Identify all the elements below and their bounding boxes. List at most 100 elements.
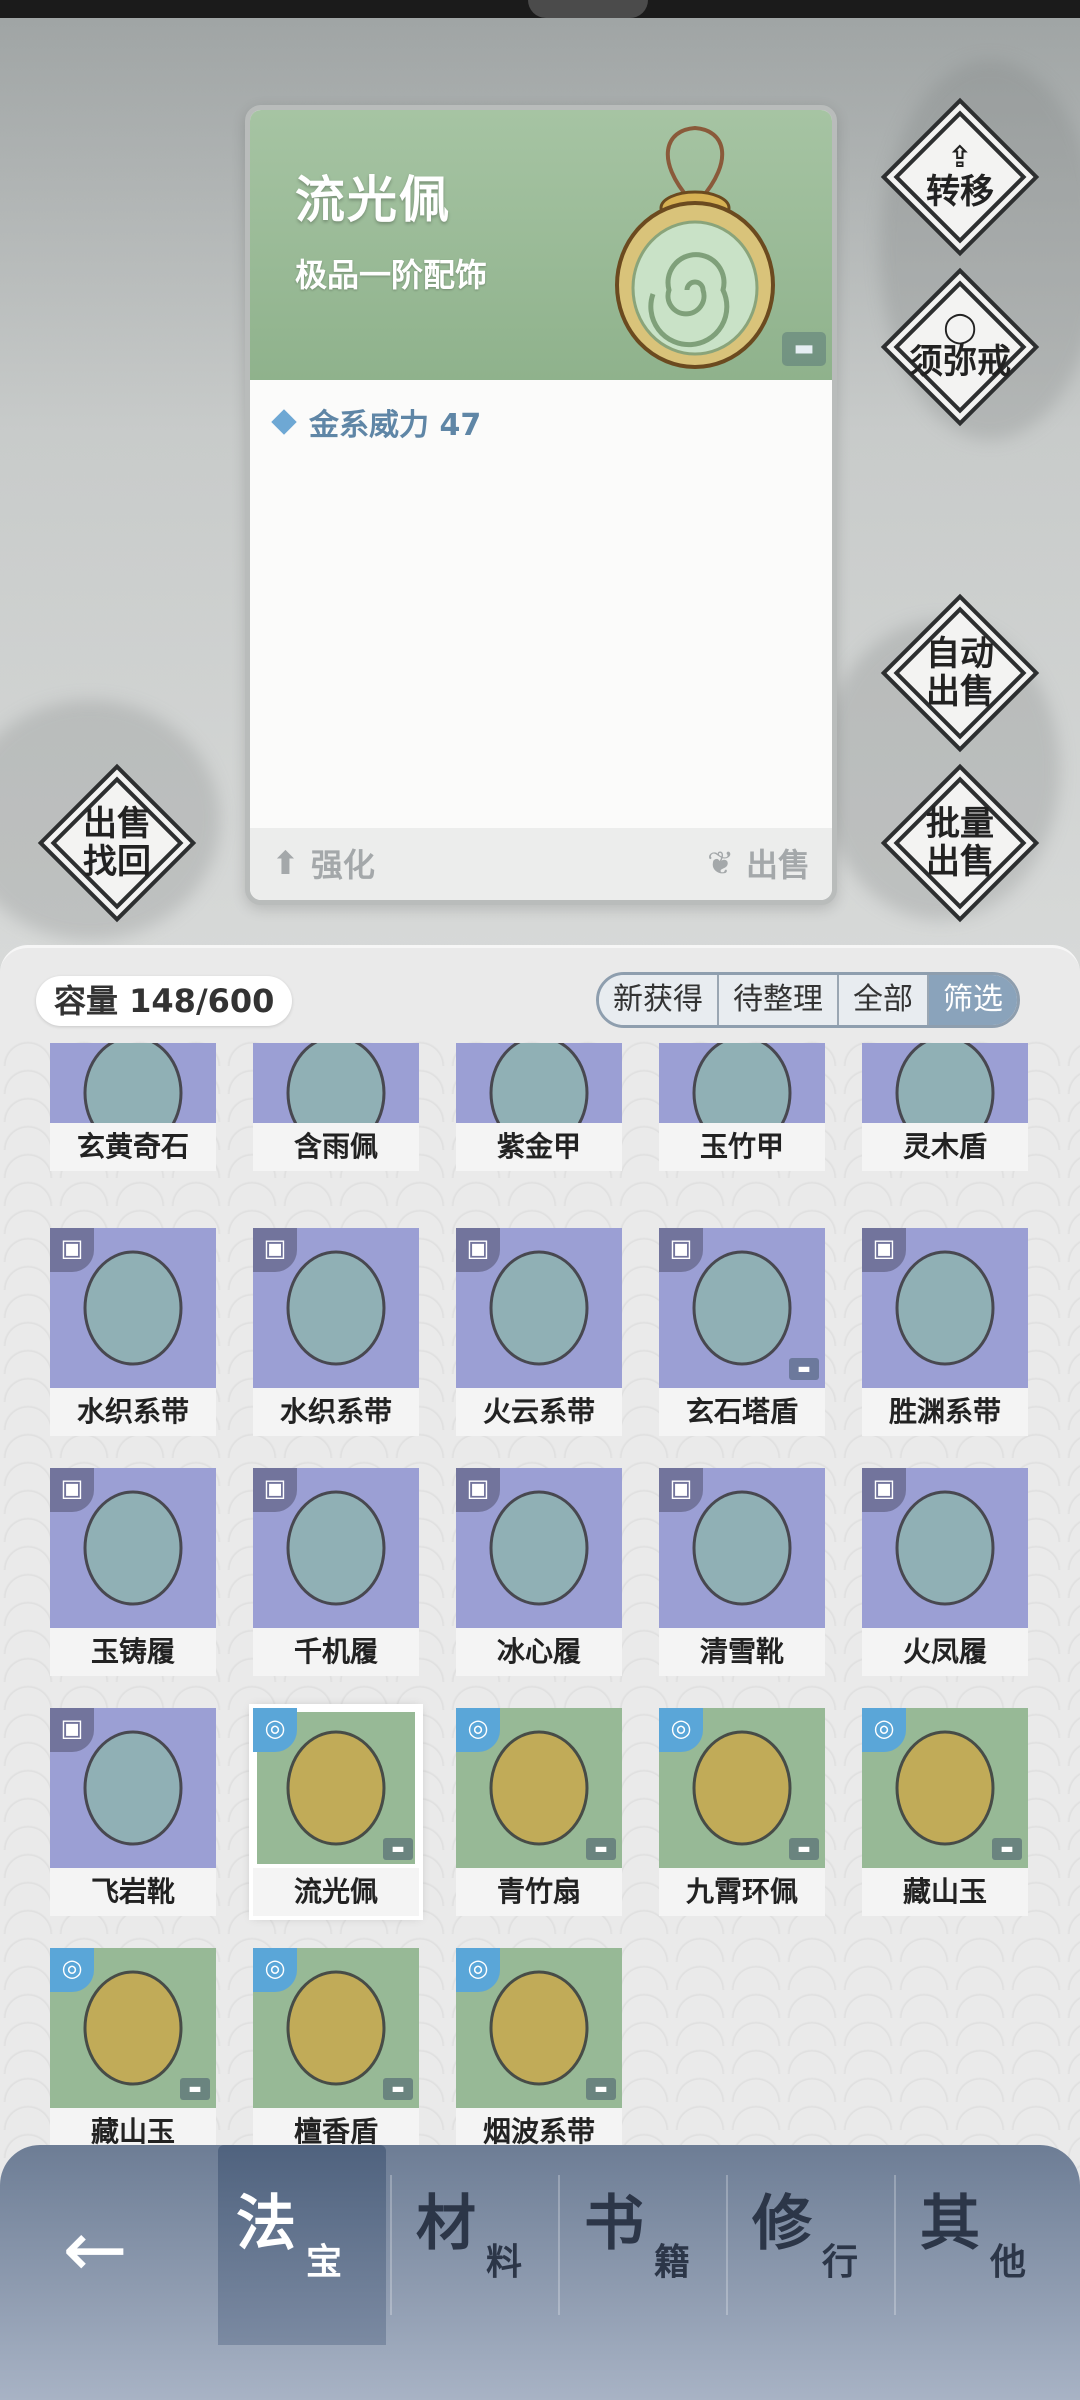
inventory-panel: 容量 148/600 新获得 待整理 全部 筛选 玄黄奇石 含雨佩 紫金甲 玉竹甲 灵木…: [0, 945, 1080, 2255]
nav-tab-big: 法: [236, 2189, 296, 2259]
item-name-label: 青竹扇: [456, 1868, 622, 1916]
nav-tab-small: 料: [486, 2242, 523, 2283]
enhance-button[interactable]: ⬆ 强化: [272, 840, 375, 886]
inventory-item[interactable]: ▣ 火云系带: [456, 1228, 622, 1436]
tab-all[interactable]: 全部: [839, 975, 929, 1025]
item-thumbnail: ▣ ▬: [659, 1228, 825, 1388]
item-name-label: 胜渊系带: [862, 1388, 1028, 1436]
transfer-button[interactable]: ⇪ 转移: [893, 110, 1027, 244]
auto-sell-label-2: 出售: [926, 672, 994, 712]
inventory-item[interactable]: ◎ ▬ 檀香盾: [253, 1948, 419, 2156]
nav-tab-big: 材: [416, 2189, 476, 2259]
batch-sell-label-1: 批量: [926, 804, 994, 844]
ring-icon: ◯: [943, 310, 977, 345]
sumeru-ring-button[interactable]: ◯ 须弥戒: [893, 280, 1027, 414]
slot-badge-icon: ▣: [862, 1468, 906, 1512]
inventory-item[interactable]: ▣ 水织系带: [253, 1228, 419, 1436]
equipped-tag-icon: ▬: [383, 2078, 413, 2100]
item-name-label: 火凤履: [862, 1628, 1028, 1676]
nav-divider: [726, 2175, 728, 2315]
nav-tab-small: 宝: [306, 2242, 343, 2283]
item-thumbnail: [659, 1043, 825, 1123]
inventory-item[interactable]: ▣ 清雪靴: [659, 1468, 825, 1676]
inventory-item[interactable]: ▣ ▬ 玄石塔盾: [659, 1228, 825, 1436]
item-thumbnail: ▣: [456, 1468, 622, 1628]
inventory-item[interactable]: ◎ ▬ 青竹扇: [456, 1708, 622, 1916]
sell-recover-label-2: 找回: [83, 842, 151, 882]
item-name-label: 九霄环佩: [659, 1868, 825, 1916]
inventory-item[interactable]: ▣ 飞岩靴: [50, 1708, 216, 1916]
inventory-item[interactable]: 紫金甲: [456, 1043, 622, 1171]
nav-divider: [390, 2175, 392, 2315]
back-button[interactable]: ←: [50, 2205, 140, 2295]
equipped-tag-icon: ▬: [789, 1838, 819, 1860]
item-art-icon: [83, 1043, 183, 1123]
inventory-item[interactable]: ▣ 冰心履: [456, 1468, 622, 1676]
transfer-label-wrap: ⇪ 转移: [895, 112, 1025, 242]
slot-badge-icon: ▣: [253, 1228, 297, 1272]
bottom-nav: ← 法 宝 材 料 书 籍 修 行 其 他: [0, 2145, 1080, 2400]
item-name-label: 水织系带: [50, 1388, 216, 1436]
upload-icon: ⇪: [947, 140, 973, 175]
card-footer: ⬆ 强化 ❦ 出售: [250, 828, 832, 900]
item-detail-card: 流光佩 极品一阶配饰 ▬ 金系威力 47 ⬆ 强化 ❦ 出售: [245, 105, 837, 905]
item-name-label: 玉铸履: [50, 1628, 216, 1676]
tab-new[interactable]: 新获得: [599, 975, 719, 1025]
nav-tab-other[interactable]: 其 他: [902, 2145, 1070, 2345]
arrow-up-icon: ⬆: [272, 844, 299, 882]
slot-badge-icon: ▣: [456, 1468, 500, 1512]
inventory-item[interactable]: ▣ 水织系带: [50, 1228, 216, 1436]
inventory-item[interactable]: ◎ ▬ 流光佩: [253, 1708, 419, 1916]
inventory-item[interactable]: ◎ ▬ 藏山玉: [50, 1948, 216, 2156]
slot-badge-icon: ▣: [50, 1228, 94, 1272]
slot-badge-icon: ▣: [456, 1228, 500, 1272]
tab-to-sort[interactable]: 待整理: [719, 975, 839, 1025]
batch-sell-button[interactable]: 批量 出售: [893, 776, 1027, 910]
item-name-label: 清雪靴: [659, 1628, 825, 1676]
item-name-label: 玄黄奇石: [50, 1123, 216, 1171]
inventory-item[interactable]: ◎ ▬ 烟波系带: [456, 1948, 622, 2156]
slot-badge-icon: ▣: [253, 1468, 297, 1512]
inventory-item[interactable]: 玄黄奇石: [50, 1043, 216, 1171]
item-thumbnail: ◎ ▬: [862, 1708, 1028, 1868]
inventory-item[interactable]: 含雨佩: [253, 1043, 419, 1171]
accessory-badge-icon: ◎: [253, 1948, 297, 1992]
item-name-label: 灵木盾: [862, 1123, 1028, 1171]
inventory-item[interactable]: ◎ ▬ 九霄环佩: [659, 1708, 825, 1916]
item-thumbnail: ◎ ▬: [50, 1948, 216, 2108]
inventory-grid: 玄黄奇石 含雨佩 紫金甲 玉竹甲 灵木盾 ▣ 水织系带 ▣ 水织系带 ▣ 火云系带 ▣ ▬ 玄石塔盾 ▣ 胜渊…: [50, 1043, 1050, 2173]
diamond-bullet-icon: [271, 409, 297, 435]
inventory-item[interactable]: ▣ 火凤履: [862, 1468, 1028, 1676]
sell-recover-button[interactable]: 出售 找回: [50, 776, 184, 910]
item-name-label: 含雨佩: [253, 1123, 419, 1171]
accessory-badge-icon: ◎: [50, 1948, 94, 1992]
nav-tab-small: 籍: [654, 2242, 691, 2283]
inventory-item[interactable]: ◎ ▬ 藏山玉: [862, 1708, 1028, 1916]
item-name-label: 流光佩: [253, 1868, 419, 1916]
equipped-tag-icon: ▬: [586, 2078, 616, 2100]
status-bar: [0, 0, 1080, 18]
item-name-label: 玄石塔盾: [659, 1388, 825, 1436]
item-thumbnail: ▣: [862, 1468, 1028, 1628]
nav-tab-materials[interactable]: 材 料: [398, 2145, 566, 2345]
card-header: 流光佩 极品一阶配饰 ▬: [250, 110, 832, 380]
item-thumbnail: [862, 1043, 1028, 1123]
tab-filter[interactable]: 筛选: [929, 975, 1017, 1025]
inventory-item[interactable]: ▣ 千机履: [253, 1468, 419, 1676]
item-name-label: 冰心履: [456, 1628, 622, 1676]
item-name-label: 紫金甲: [456, 1123, 622, 1171]
nav-tab-cultivation[interactable]: 修 行: [734, 2145, 902, 2345]
nav-tab-big: 书: [584, 2189, 644, 2259]
inventory-item[interactable]: ▣ 胜渊系带: [862, 1228, 1028, 1436]
sell-button[interactable]: ❦ 出售: [707, 840, 810, 886]
filter-tabs: 新获得 待整理 全部 筛选: [596, 972, 1020, 1028]
nav-tab-treasure[interactable]: 法 宝: [218, 2145, 386, 2345]
inventory-item[interactable]: 玉竹甲: [659, 1043, 825, 1171]
stat-text: 金系威力 47: [309, 408, 482, 443]
item-thumbnail: ▣: [50, 1228, 216, 1388]
inventory-item[interactable]: ▣ 玉铸履: [50, 1468, 216, 1676]
auto-sell-button[interactable]: 自动 出售: [893, 606, 1027, 740]
nav-tab-books[interactable]: 书 籍: [566, 2145, 734, 2345]
inventory-item[interactable]: 灵木盾: [862, 1043, 1028, 1171]
slot-badge-icon: ▣: [50, 1708, 94, 1752]
